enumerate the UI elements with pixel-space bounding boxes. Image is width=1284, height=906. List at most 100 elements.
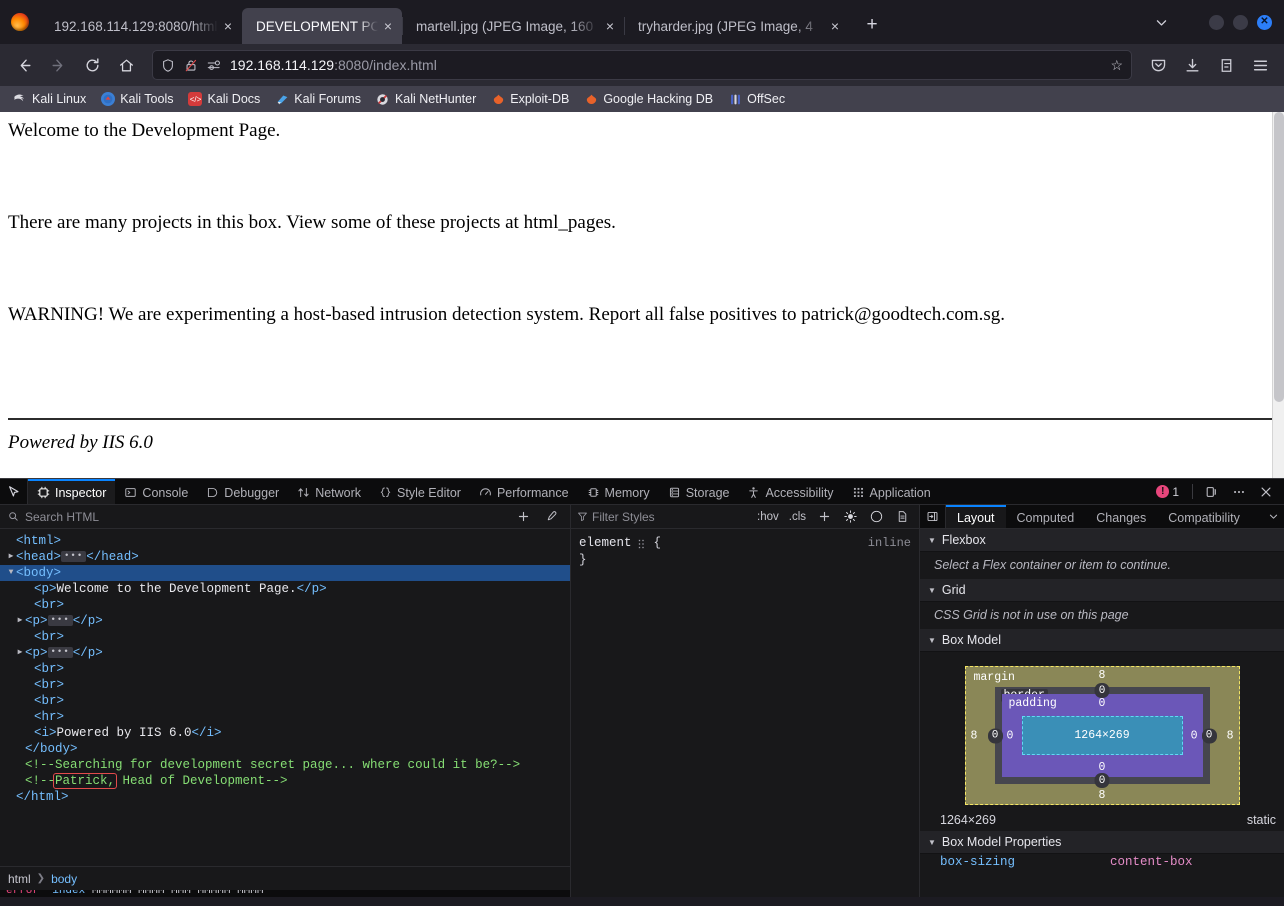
forward-button[interactable] xyxy=(42,49,74,81)
layout-tab-compatibility[interactable]: Compatibility xyxy=(1157,505,1251,528)
box-model-properties-header[interactable]: ▼ Box Model Properties xyxy=(920,831,1284,854)
bookmark-google-hacking-db[interactable]: Google Hacking DB xyxy=(577,90,720,108)
filter-styles-input[interactable]: Filter Styles xyxy=(592,510,655,524)
margin-bottom-value[interactable]: 8 xyxy=(1099,789,1106,802)
browser-tab-3[interactable]: tryharder.jpg (JPEG Image, 4 × xyxy=(624,8,849,44)
markup-line[interactable]: <br> xyxy=(0,693,570,709)
page-scrollbar-thumb[interactable] xyxy=(1274,112,1284,402)
permissions-icon[interactable] xyxy=(207,59,222,72)
eyedropper-icon[interactable] xyxy=(540,506,562,528)
breadcrumb-item-body[interactable]: body xyxy=(51,872,77,886)
layout-tabs-overflow-chevron-down-icon[interactable] xyxy=(1262,505,1284,528)
border-left-value[interactable]: 0 xyxy=(987,728,1003,743)
devtools-close-icon[interactable] xyxy=(1254,480,1278,504)
bookmark-exploit-db[interactable]: Exploit-DB xyxy=(484,90,576,108)
devtools-tab-memory[interactable]: Memory xyxy=(578,479,659,504)
markup-tree[interactable]: <html> ▶ <head> ••• </head> ▼ <body> <p>Welcome… xyxy=(0,529,570,866)
breadcrumb-item-html[interactable]: html xyxy=(8,872,31,886)
window-close-button[interactable]: ✕ xyxy=(1257,14,1272,30)
layout-tab-layout[interactable]: Layout xyxy=(946,505,1006,528)
rule-selector-row[interactable]: element { inline xyxy=(579,535,911,552)
markup-line[interactable]: ▼ <body> xyxy=(0,565,570,581)
devtools-tab-style-editor[interactable]: Style Editor xyxy=(370,479,470,504)
markup-line[interactable]: <br> xyxy=(0,677,570,693)
markup-line[interactable]: <i>Powered by IIS 6.0</i> xyxy=(0,725,570,741)
devtools-settings-menu-icon[interactable] xyxy=(1227,480,1251,504)
url-bar[interactable]: 192.168.114.129:8080/index.html ☆ xyxy=(152,50,1132,80)
rule-selector-name[interactable]: element xyxy=(579,535,632,552)
devtools-tab-storage[interactable]: Storage xyxy=(659,479,739,504)
markup-line[interactable]: </body> xyxy=(0,741,570,757)
error-count-badge[interactable]: ! 1 xyxy=(1150,485,1185,499)
margin-left-value[interactable]: 8 xyxy=(971,729,978,742)
tab-close-icon[interactable]: × xyxy=(378,16,398,36)
devtools-tab-inspector[interactable]: Inspector xyxy=(28,479,116,504)
markup-line[interactable]: <p>Welcome to the Development Page.</p> xyxy=(0,581,570,597)
padding-top-value[interactable]: 0 xyxy=(1099,697,1106,710)
tab-close-icon[interactable]: × xyxy=(218,16,238,36)
layout-tab-computed[interactable]: Computed xyxy=(1006,505,1086,528)
markup-line[interactable]: ▶ <head> ••• </head> xyxy=(0,549,570,565)
markup-line[interactable]: <hr> xyxy=(0,709,570,725)
window-minimize-button[interactable] xyxy=(1209,14,1224,30)
box-model-margin-region[interactable]: margin 8 8 8 8 border padding 0 0 xyxy=(964,666,1240,805)
margin-right-value[interactable]: 8 xyxy=(1227,729,1234,742)
home-button[interactable] xyxy=(110,49,142,81)
markup-line[interactable]: <br> xyxy=(0,629,570,645)
box-model-border-region[interactable]: border padding 0 0 0 0 1264×269 xyxy=(994,687,1210,784)
markup-line[interactable]: </html> xyxy=(0,789,570,805)
markup-twisty-icon[interactable]: ▶ xyxy=(15,645,25,661)
window-maximize-button[interactable] xyxy=(1233,14,1248,30)
toggle-hover-classes-button[interactable]: :hov xyxy=(754,511,782,523)
back-button[interactable] xyxy=(8,49,40,81)
bookmark-star-icon[interactable]: ☆ xyxy=(1110,57,1123,74)
dock-position-icon[interactable] xyxy=(1200,480,1224,504)
browser-tab-0[interactable]: 192.168.114.129:8080/html_p × xyxy=(40,8,242,44)
bookmark-kali-tools[interactable]: Kali Tools xyxy=(94,90,180,108)
markup-line[interactable]: <!--Patrick, Head of Development--> xyxy=(0,773,570,789)
light-color-scheme-icon[interactable] xyxy=(839,506,861,528)
markup-twisty-icon[interactable]: ▶ xyxy=(15,613,25,629)
browser-tab-2[interactable]: martell.jpg (JPEG Image, 160 × xyxy=(402,8,624,44)
markup-line[interactable]: <br> xyxy=(0,661,570,677)
box-model-padding-region[interactable]: padding 0 0 0 0 1264×269 xyxy=(1001,694,1203,777)
devtools-tab-accessibility[interactable]: Accessibility xyxy=(738,479,842,504)
search-html-input[interactable]: Search HTML xyxy=(25,510,99,524)
add-node-icon[interactable] xyxy=(512,506,534,528)
rules-content[interactable]: element { inline } xyxy=(571,529,919,897)
tab-close-icon[interactable]: × xyxy=(600,16,620,36)
bookmark-kali-forums[interactable]: Kali Forums xyxy=(268,90,368,108)
grid-section-header[interactable]: ▼ Grid xyxy=(920,579,1284,602)
devtools-tab-debugger[interactable]: Debugger xyxy=(197,479,288,504)
padding-left-value[interactable]: 0 xyxy=(1007,729,1014,742)
markup-line[interactable]: <!--Searching for development secret pag… xyxy=(0,757,570,773)
save-to-pocket-icon[interactable] xyxy=(1142,49,1174,81)
expand-sidebar-icon[interactable] xyxy=(920,505,946,528)
markup-twisty-icon[interactable]: ▼ xyxy=(6,565,16,581)
new-tab-button[interactable]: + xyxy=(857,10,887,40)
devtools-tab-network[interactable]: Network xyxy=(288,479,370,504)
toggle-class-panel-button[interactable]: .cls xyxy=(786,511,809,523)
downloads-icon[interactable] xyxy=(1176,49,1208,81)
lock-broken-icon[interactable] xyxy=(184,58,198,73)
margin-top-value[interactable]: 8 xyxy=(1099,669,1106,682)
browser-tab-1[interactable]: DEVELOPMENT PORTAL. NO × xyxy=(242,8,402,44)
layout-tab-changes[interactable]: Changes xyxy=(1085,505,1157,528)
application-menu-icon[interactable] xyxy=(1244,49,1276,81)
reload-button[interactable] xyxy=(76,49,108,81)
tab-close-icon[interactable]: × xyxy=(825,16,845,36)
dark-color-scheme-icon[interactable] xyxy=(865,506,887,528)
bookmark-kali-nethunter[interactable]: Kali NetHunter xyxy=(369,90,483,108)
account-icon[interactable] xyxy=(1210,49,1242,81)
markup-line[interactable]: ▶ <p> ••• </p> xyxy=(0,613,570,629)
bookmark-kali-linux[interactable]: Kali Linux xyxy=(6,90,93,108)
padding-right-value[interactable]: 0 xyxy=(1191,729,1198,742)
markup-line[interactable]: <br> xyxy=(0,597,570,613)
list-all-tabs-chevron-down-icon[interactable] xyxy=(1141,7,1181,37)
devtools-tab-console[interactable]: Console xyxy=(115,479,197,504)
add-new-rule-icon[interactable] xyxy=(813,506,835,528)
element-picker-icon[interactable] xyxy=(0,479,28,504)
markup-line[interactable]: ▶ <p> ••• </p> xyxy=(0,645,570,661)
print-media-icon[interactable] xyxy=(891,506,913,528)
border-bottom-value[interactable]: 0 xyxy=(1094,773,1110,788)
